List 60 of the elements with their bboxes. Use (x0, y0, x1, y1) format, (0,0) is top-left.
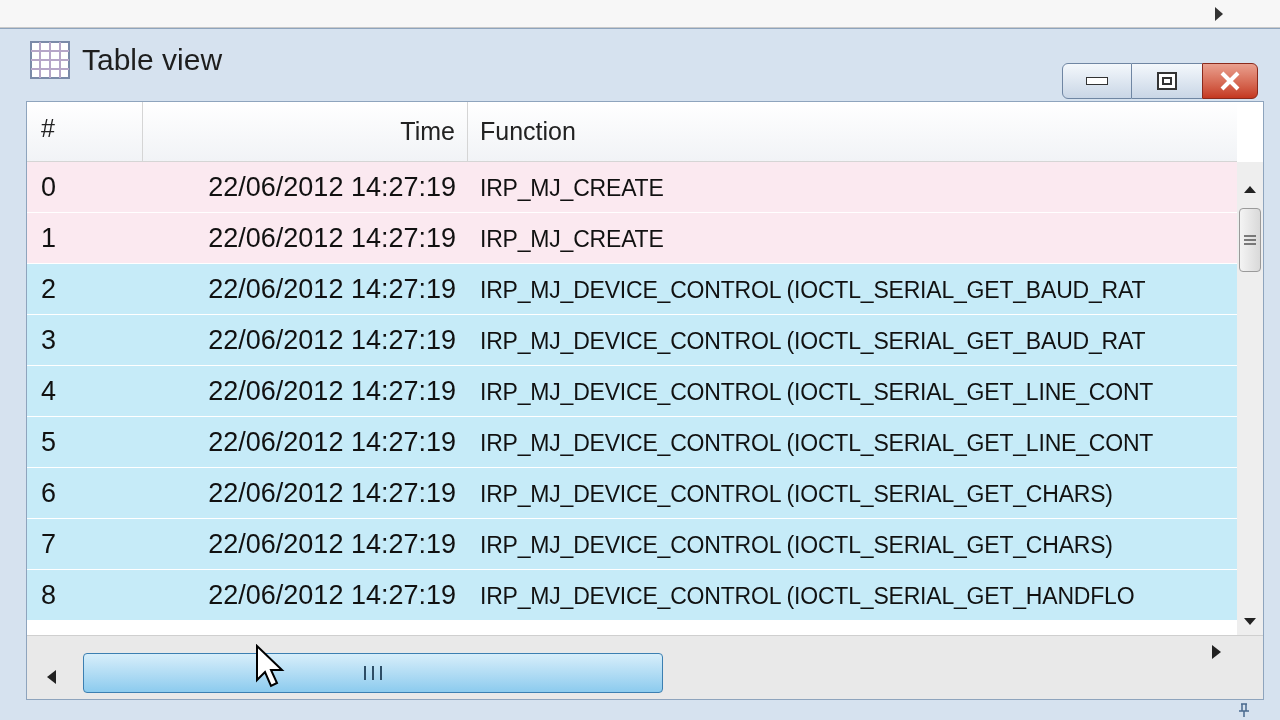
scroll-thumb[interactable] (1239, 208, 1261, 272)
cursor-icon (255, 644, 285, 688)
time-cell-text: 22/06/2012 14:27:19 (208, 374, 456, 408)
minimize-icon (1086, 77, 1108, 85)
table-row[interactable]: 5 22/06/2012 14:27:19 IRP_MJ_DEVICE_CONTROL (IOCTL_SERIAL_GET_LINE_CONT (27, 417, 1237, 468)
vertical-scrollbar[interactable] (1237, 162, 1263, 635)
minimize-button[interactable] (1062, 63, 1132, 99)
time-cell-text: 22/06/2012 14:27:19 (208, 476, 456, 510)
function-cell: IRP_MJ_CREATE (480, 174, 664, 201)
table-row[interactable]: 4 22/06/2012 14:27:19 IRP_MJ_DEVICE_CONTROL (IOCTL_SERIAL_GET_LINE_CONT (27, 366, 1237, 417)
table-row[interactable]: 8 22/06/2012 14:27:19 IRP_MJ_DEVICE_CONTROL (IOCTL_SERIAL_GET_HANDFLO (27, 570, 1237, 621)
horizontal-scrollbar[interactable] (27, 635, 1263, 699)
row-number: 2 (41, 273, 57, 304)
function-cell: IRP_MJ_CREATE (480, 225, 664, 252)
time-cell-text: 22/06/2012 14:27:19 (208, 527, 456, 561)
window-title: Table view (82, 42, 223, 78)
table-row[interactable]: 6 22/06/2012 14:27:19 IRP_MJ_DEVICE_CONTROL (IOCTL_SERIAL_GET_CHARS) (27, 468, 1237, 519)
function-cell: IRP_MJ_DEVICE_CONTROL (IOCTL_SERIAL_GET_CHARS) (480, 480, 1113, 507)
row-number: 4 (41, 375, 57, 406)
table-row[interactable]: 0 22/06/2012 14:27:19 IRP_MJ_CREATE (27, 162, 1237, 213)
table-row[interactable]: 1 22/06/2012 14:27:19 IRP_MJ_CREATE (27, 213, 1237, 264)
column-header[interactable]: # (27, 102, 143, 161)
grip-icon (362, 666, 384, 680)
maximize-button[interactable] (1132, 63, 1202, 99)
row-number: 1 (41, 222, 57, 253)
function-cell: IRP_MJ_DEVICE_CONTROL (IOCTL_SERIAL_GET_LINE_CONT (480, 429, 1154, 456)
function-cell: IRP_MJ_DEVICE_CONTROL (IOCTL_SERIAL_GET_HANDFLO (480, 582, 1135, 609)
table-row[interactable]: 2 22/06/2012 14:27:19 IRP_MJ_DEVICE_CONTROL (IOCTL_SERIAL_GET_BAUD_RAT (27, 264, 1237, 315)
column-header[interactable]: Function (468, 102, 1237, 161)
time-cell-text: 22/06/2012 14:27:19 (208, 170, 456, 204)
close-icon (1219, 71, 1241, 91)
arrow-right-icon[interactable] (1214, 5, 1224, 22)
table-row[interactable]: 3 22/06/2012 14:27:19 IRP_MJ_DEVICE_CONTROL (IOCTL_SERIAL_GET_BAUD_RAT (27, 315, 1237, 366)
arrow-right-icon[interactable] (1211, 644, 1223, 660)
table-row[interactable]: 7 22/06/2012 14:27:19 IRP_MJ_DEVICE_CONTROL (IOCTL_SERIAL_GET_CHARS) (27, 519, 1237, 570)
arrow-up-icon[interactable] (1243, 184, 1257, 194)
time-cell-text: 22/06/2012 14:27:19 (208, 425, 456, 459)
scroll-thumb[interactable] (83, 653, 663, 693)
column-header[interactable]: Time (143, 102, 468, 161)
row-number: 5 (41, 426, 57, 457)
grip-icon (1244, 235, 1256, 245)
row-number: 0 (41, 171, 57, 202)
close-button[interactable] (1202, 63, 1258, 99)
arrow-left-icon[interactable] (45, 669, 57, 685)
time-cell-text: 22/06/2012 14:27:19 (208, 272, 456, 306)
row-number: 7 (41, 528, 57, 559)
row-number: 6 (41, 477, 57, 508)
function-cell: IRP_MJ_DEVICE_CONTROL (IOCTL_SERIAL_GET_LINE_CONT (480, 378, 1154, 405)
function-cell: IRP_MJ_DEVICE_CONTROL (IOCTL_SERIAL_GET_BAUD_RAT (480, 276, 1146, 303)
row-number: 8 (41, 579, 57, 610)
maximize-icon (1157, 72, 1177, 90)
function-cell: IRP_MJ_DEVICE_CONTROL (IOCTL_SERIAL_GET_CHARS) (480, 531, 1113, 558)
time-cell-text: 22/06/2012 14:27:19 (208, 323, 456, 357)
pin-icon[interactable] (1238, 703, 1250, 717)
function-cell: IRP_MJ_DEVICE_CONTROL (IOCTL_SERIAL_GET_BAUD_RAT (480, 327, 1146, 354)
arrow-down-icon[interactable] (1243, 617, 1257, 627)
time-cell-text: 22/06/2012 14:27:19 (208, 578, 456, 612)
row-number: 3 (41, 324, 57, 355)
time-cell-text: 22/06/2012 14:27:19 (208, 221, 456, 255)
grid-icon (30, 40, 70, 79)
